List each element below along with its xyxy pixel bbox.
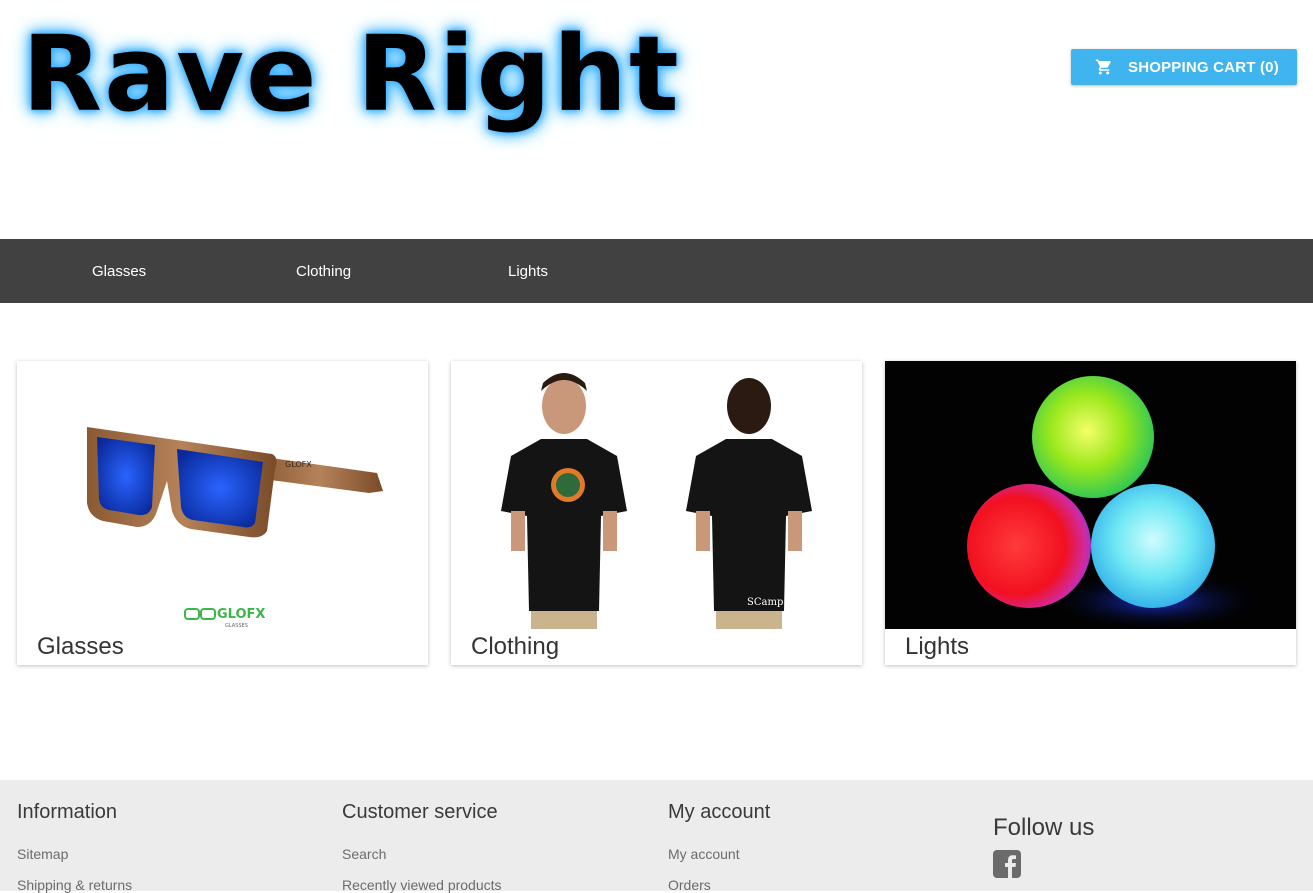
category-grid: GLOFX GLOFX GLASSES Glasses SCamp '16 Cl… bbox=[0, 361, 1313, 666]
category-card-lights[interactable]: Lights bbox=[885, 361, 1296, 665]
glowing-balls-image bbox=[885, 361, 1296, 629]
facebook-glyph bbox=[1005, 855, 1016, 878]
main-nav: Glasses Clothing Lights bbox=[0, 239, 1313, 303]
category-label-glasses[interactable]: Glasses bbox=[37, 633, 124, 661]
footer-heading-my-account: My account bbox=[668, 801, 771, 823]
category-image-lights[interactable] bbox=[885, 361, 1296, 629]
category-image-clothing[interactable]: SCamp '16 bbox=[451, 361, 862, 629]
footer-heading-customer-service: Customer service bbox=[342, 801, 498, 823]
footer-link-search[interactable]: Search bbox=[342, 846, 386, 862]
nav-item-lights[interactable]: Lights bbox=[508, 263, 548, 280]
site-logo[interactable]: Rave Right bbox=[22, 22, 681, 126]
nav-item-glasses[interactable]: Glasses bbox=[92, 263, 146, 280]
brand-mark-on-arm: GLOFX bbox=[285, 460, 312, 469]
back-print-text: SCamp '16 bbox=[747, 597, 802, 608]
category-card-clothing[interactable]: SCamp '16 Clothing bbox=[451, 361, 862, 665]
svg-text:GLOFX: GLOFX bbox=[217, 607, 265, 622]
category-image-glasses[interactable]: GLOFX GLOFX GLASSES bbox=[17, 361, 428, 629]
site-header: Rave Right SHOPPING CART (0) bbox=[0, 0, 1313, 239]
tshirt-image: SCamp '16 bbox=[451, 361, 862, 629]
category-card-glasses[interactable]: GLOFX GLOFX GLASSES Glasses bbox=[17, 361, 428, 665]
shopping-cart-icon bbox=[1095, 59, 1111, 75]
category-label-clothing[interactable]: Clothing bbox=[471, 633, 559, 661]
footer-link-my-account[interactable]: My account bbox=[668, 846, 740, 862]
facebook-icon[interactable] bbox=[993, 850, 1021, 878]
sunglasses-image: GLOFX GLOFX GLASSES bbox=[17, 361, 428, 629]
footer-heading-information: Information bbox=[17, 801, 118, 823]
svg-text:GLASSES: GLASSES bbox=[225, 623, 248, 629]
site-footer: Information Sitemap Shipping & returns C… bbox=[0, 780, 1313, 893]
nav-item-clothing[interactable]: Clothing bbox=[296, 263, 351, 280]
shopping-cart-button[interactable]: SHOPPING CART (0) bbox=[1071, 49, 1297, 85]
footer-heading-follow-us: Follow us bbox=[993, 814, 1095, 841]
category-label-lights[interactable]: Lights bbox=[905, 633, 969, 661]
shopping-cart-label: SHOPPING CART (0) bbox=[1128, 59, 1279, 76]
footer-link-sitemap[interactable]: Sitemap bbox=[17, 846, 68, 862]
